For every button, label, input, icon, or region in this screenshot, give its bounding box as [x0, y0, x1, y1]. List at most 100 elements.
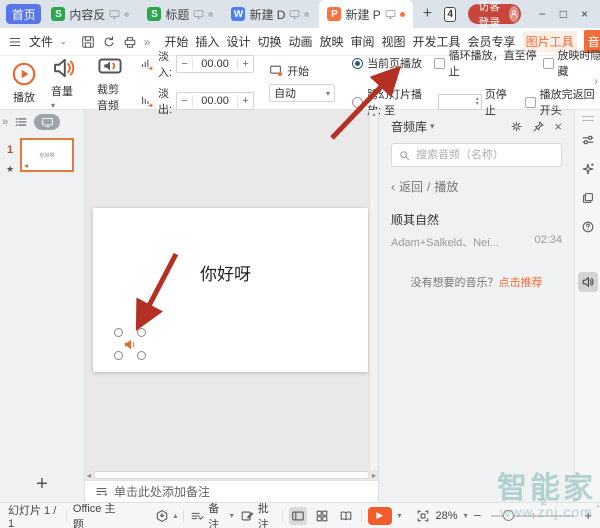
audio-object-selected[interactable]	[114, 328, 146, 360]
checkbox-loop-playback[interactable]: 循环播放，直至停止	[434, 47, 543, 79]
selection-handle[interactable]	[114, 351, 123, 360]
wps-sheet-icon: S	[147, 7, 161, 21]
chevron-down-icon: ⌄	[60, 37, 67, 46]
hamburger-icon[interactable]	[8, 35, 22, 49]
audio-search-box[interactable]	[391, 143, 562, 167]
expand-panel-icon[interactable]: »	[2, 116, 8, 128]
grid-view-icon	[315, 509, 329, 523]
scrollbar-track[interactable]	[93, 471, 370, 479]
slide-canvas[interactable]: 你好呀 ▴	[85, 110, 378, 470]
chevron-right-icon[interactable]: ›	[594, 74, 598, 88]
maximize-button[interactable]: □	[560, 7, 567, 21]
crumb-separator: /	[427, 180, 430, 194]
help-button[interactable]	[578, 217, 598, 237]
recommend-hint: 没有想要的音乐？点击推荐	[391, 274, 562, 290]
selection-handle[interactable]	[114, 328, 123, 337]
audio-pane-button-active[interactable]	[578, 272, 598, 292]
doc-tab-writer[interactable]: W 新建 D	[223, 0, 317, 28]
zoom-level[interactable]: 28%	[436, 510, 458, 522]
song-list-item[interactable]: 顺其自然 Adam+Salkeld、Nei... 02:34	[391, 211, 562, 250]
audio-search-input[interactable]	[416, 149, 555, 161]
start-label: 开始	[287, 63, 309, 79]
crumb-current: 播放	[434, 178, 458, 195]
chevron-down-icon[interactable]: ▾	[430, 121, 435, 132]
effects-button[interactable]	[578, 159, 598, 179]
radio-current-page[interactable]: 当前页播放	[352, 55, 434, 71]
selection-handle[interactable]	[137, 328, 146, 337]
back-link[interactable]: 返回	[399, 178, 423, 195]
checkbox-rewind[interactable]: 播放完返回开头	[525, 86, 600, 118]
fade-in-value[interactable]: 00.00	[193, 58, 237, 70]
guest-login-button[interactable]: 访客登录	[468, 4, 520, 24]
slide-1-thumbnail[interactable]: 你好呀	[20, 138, 74, 172]
fade-out-value[interactable]: 00.00	[193, 95, 237, 107]
theme-name[interactable]: Office 主题	[73, 500, 121, 528]
pin-icon[interactable]	[532, 120, 545, 133]
comments-toggle[interactable]: 批注	[240, 500, 276, 528]
slideshow-play-button[interactable]: ▶	[368, 507, 392, 525]
audio-library-panel: 音频库 ▾ × ‹ 返回 / 播放 顺其自然 Adam+Salkeld、Nei.…	[378, 110, 574, 502]
divider	[282, 510, 283, 522]
zoom-knob[interactable]	[503, 510, 514, 521]
vertical-scrollbar[interactable]: ▴	[369, 110, 378, 470]
play-button[interactable]: 播放	[4, 61, 44, 105]
chevron-left-icon[interactable]: ‹	[391, 180, 395, 194]
slide-text-box[interactable]: 你好呀	[200, 260, 251, 285]
undo-icon[interactable]	[102, 35, 116, 49]
doc-tab-content[interactable]: S 内容反	[43, 0, 137, 28]
fit-to-window[interactable]	[416, 509, 430, 523]
print-icon[interactable]	[123, 35, 137, 49]
across-pages-input[interactable]: ▴▾	[438, 94, 482, 110]
toolbar-overflow[interactable]: »	[144, 35, 151, 49]
doc-tab-title[interactable]: S 标题	[139, 0, 221, 28]
decrement-button[interactable]: −	[177, 58, 193, 70]
properties-button[interactable]	[578, 130, 598, 150]
menu-item-transition[interactable]: 切换	[257, 33, 281, 50]
slide[interactable]: 你好呀	[93, 208, 368, 372]
selection-handle[interactable]	[137, 351, 146, 360]
trim-audio-icon	[97, 53, 123, 79]
reading-view-button[interactable]	[337, 507, 355, 525]
save-icon[interactable]	[81, 35, 95, 49]
zoom-slider[interactable]	[491, 515, 574, 517]
open-docs-badge[interactable]: 4	[444, 7, 456, 22]
outline-view-icon[interactable]	[14, 115, 28, 129]
increment-button[interactable]: +	[237, 95, 253, 107]
file-menu[interactable]: 文件	[29, 33, 53, 50]
chevron-down-icon[interactable]: ▾	[398, 511, 402, 520]
start-mode-select[interactable]: 自动 ▾	[269, 84, 335, 102]
thumbnail-audio-icon	[24, 164, 28, 168]
recommend-link[interactable]: 点击推荐	[499, 277, 543, 289]
menu-item-animation[interactable]: 动画	[288, 33, 312, 50]
horizontal-scrollbar[interactable]: ◂ ▸	[85, 470, 378, 480]
decrement-button[interactable]: −	[177, 95, 193, 107]
gear-icon[interactable]	[510, 120, 523, 133]
zoom-in-button[interactable]: +	[584, 508, 592, 523]
fade-out-icon	[140, 94, 154, 108]
zoom-out-button[interactable]: −	[474, 508, 482, 523]
minimize-button[interactable]: −	[539, 7, 546, 21]
scroll-left-icon[interactable]: ◂	[87, 471, 91, 480]
add-slide-button[interactable]: +	[0, 473, 84, 496]
ink-tool[interactable]: ▴	[155, 509, 177, 523]
increment-button[interactable]: +	[237, 58, 253, 70]
normal-view-button[interactable]	[289, 507, 307, 525]
caret-up-icon[interactable]: ▴	[173, 511, 177, 520]
trim-audio-button[interactable]: 裁剪音频	[90, 53, 130, 113]
close-panel-icon[interactable]: ×	[554, 119, 562, 134]
new-tab-button[interactable]: +	[415, 5, 440, 23]
notes-toggle[interactable]: 备注▾	[190, 500, 233, 528]
slide-1-item[interactable]: 1 ★ 你好呀	[0, 138, 84, 175]
volume-button[interactable]: 音量 ▾	[44, 55, 84, 111]
close-button[interactable]: ×	[581, 7, 588, 21]
doc-tab-presentation-active[interactable]: P 新建 P	[319, 0, 412, 28]
menu-item-slideshow[interactable]: 放映	[319, 33, 343, 50]
wps-writer-icon: W	[231, 7, 245, 21]
chevron-down-icon[interactable]: ▾	[464, 511, 468, 520]
thumbnail-view-toggle[interactable]	[34, 114, 60, 130]
home-tab[interactable]: 首页	[6, 4, 41, 24]
scroll-right-icon[interactable]: ▸	[372, 471, 376, 480]
checkbox-hide-on-show[interactable]: 放映时隐藏	[543, 47, 600, 79]
animation-pane-button[interactable]	[578, 188, 598, 208]
slide-sorter-button[interactable]	[313, 507, 331, 525]
